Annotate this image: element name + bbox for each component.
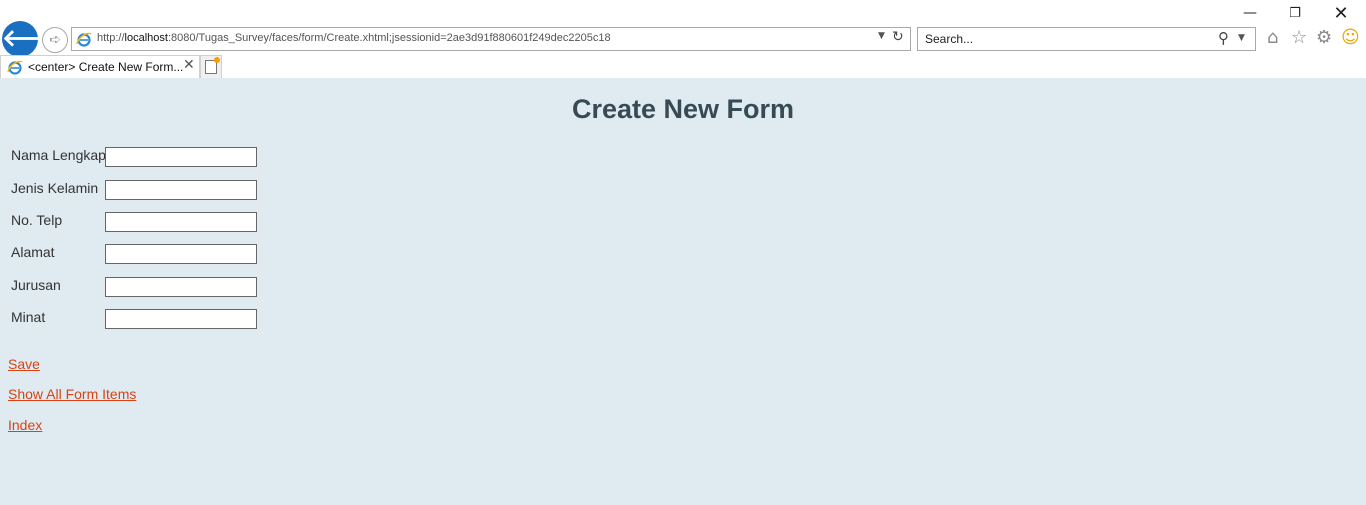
tab-bar: <center> Create New Form... ✕: [0, 55, 1366, 79]
ie-logo-icon: [7, 60, 23, 75]
search-dropdown-icon[interactable]: ▼: [1238, 33, 1245, 43]
address-scheme: http://: [97, 32, 125, 44]
jurusan-label: Jurusan: [11, 277, 61, 293]
show-all-form-items-link[interactable]: Show All Form Items: [8, 386, 136, 402]
no-telp-input[interactable]: [105, 212, 257, 232]
settings-gear-icon[interactable]: ⚙: [1316, 28, 1332, 48]
search-input[interactable]: Search...: [925, 32, 973, 46]
new-tab-button[interactable]: [200, 55, 222, 78]
address-url[interactable]: http://localhost:8080/Tugas_Survey/faces…: [97, 32, 611, 44]
navigation-bar: 🡐 ➪ http://localhost:8080/Tugas_Survey/f…: [0, 20, 1366, 58]
new-tab-icon: [205, 57, 220, 74]
address-dropdown-icon[interactable]: ▼: [878, 31, 885, 41]
jenis-kelamin-input[interactable]: [105, 180, 257, 200]
page-title: Create New Form: [571, 94, 795, 124]
home-icon[interactable]: ⌂: [1267, 28, 1278, 48]
nama-lengkap-input[interactable]: [105, 147, 257, 167]
address-host: localhost: [124, 32, 168, 44]
no-telp-label: No. Telp: [11, 212, 63, 228]
ie-logo-icon: [76, 32, 92, 47]
tab-close-icon[interactable]: ✕: [183, 57, 195, 73]
address-bar[interactable]: http://localhost:8080/Tugas_Survey/faces…: [71, 27, 911, 51]
forward-button[interactable]: ➪: [42, 27, 68, 53]
save-link[interactable]: Save: [8, 356, 40, 372]
search-bar[interactable]: Search... ⚲ ▼: [917, 27, 1256, 51]
minat-input[interactable]: [105, 309, 257, 329]
back-button[interactable]: 🡐: [2, 21, 66, 57]
nama-lengkap-label: Nama Lengkap: [11, 147, 106, 163]
minat-label: Minat: [11, 309, 46, 325]
tab-create-new-form[interactable]: <center> Create New Form... ✕: [0, 55, 200, 78]
index-link[interactable]: Index: [8, 417, 42, 433]
alamat-input[interactable]: [105, 244, 257, 264]
refresh-icon[interactable]: ↻: [892, 29, 904, 45]
page-content: Create New Form Nama Lengkap Jenis Kelam…: [0, 78, 1366, 505]
feedback-smiley-icon[interactable]: ☺: [1341, 28, 1360, 48]
alamat-label: Alamat: [11, 244, 55, 260]
forward-arrow-icon: ➪: [49, 32, 61, 48]
favorites-star-icon[interactable]: ☆: [1291, 28, 1307, 48]
jurusan-input[interactable]: [105, 277, 257, 297]
address-path: :8080/Tugas_Survey/faces/form/Create.xht…: [167, 32, 611, 44]
jenis-kelamin-label: Jenis Kelamin: [11, 180, 99, 196]
search-icon[interactable]: ⚲: [1218, 29, 1229, 47]
tab-title: <center> Create New Form...: [28, 60, 184, 74]
